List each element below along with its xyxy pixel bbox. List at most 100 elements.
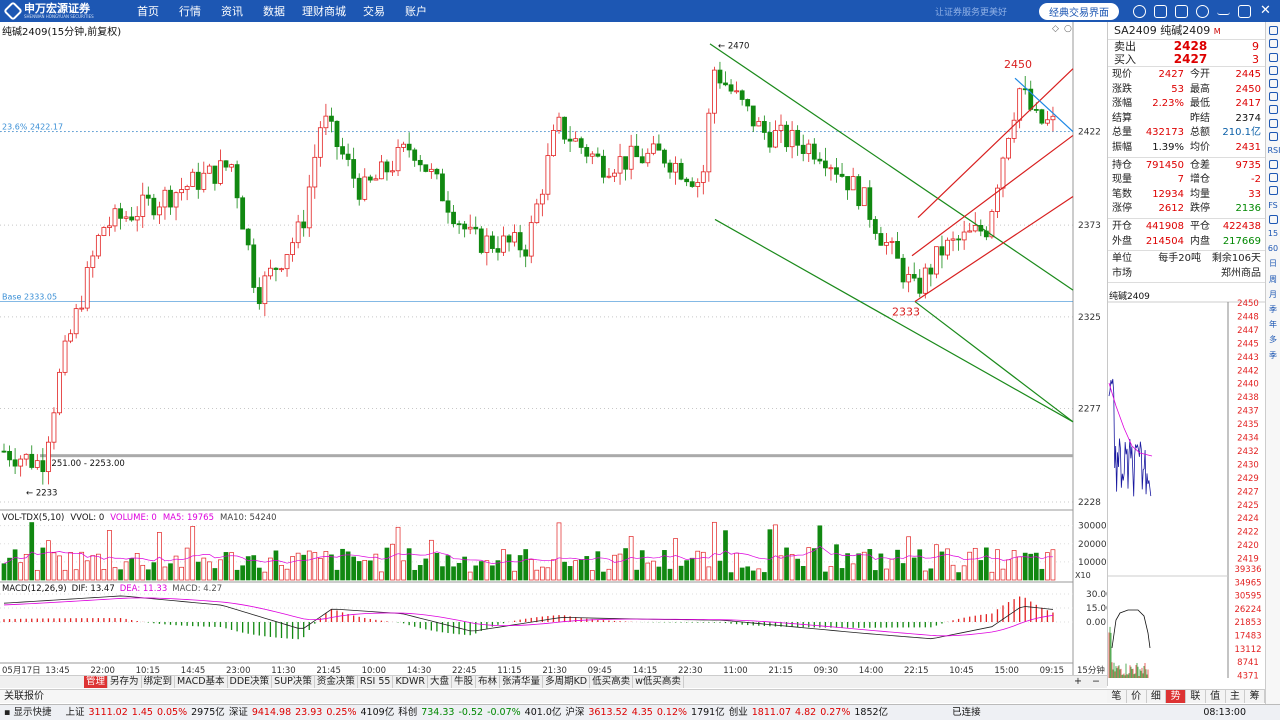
doc-icon[interactable] — [1268, 118, 1278, 128]
mail-icon[interactable] — [1175, 4, 1188, 18]
indicator-tab[interactable]: 张清华量 — [500, 676, 544, 688]
vol-bar — [945, 548, 950, 581]
quote-tab[interactable]: 势 — [1166, 690, 1186, 703]
indicator-tab[interactable]: 多周期KD — [543, 676, 591, 688]
indicator-tab[interactable]: 牛股 — [452, 676, 477, 688]
indicator-tab[interactable]: 绑定到 — [142, 676, 176, 688]
vol-bar — [306, 550, 312, 581]
main-menu: 首页 行情 资讯 数据 理财商城 交易 账户 — [127, 3, 437, 19]
chart-icon[interactable] — [1268, 92, 1278, 102]
lock-icon[interactable] — [1268, 214, 1278, 224]
week-icon[interactable]: 周 — [1268, 274, 1279, 285]
fs-icon[interactable]: FS — [1268, 200, 1279, 211]
tick-chart[interactable]: 纯碱2409 2450 2448 2447 2445 2443 2442 2440 2438 24… — [1108, 288, 1265, 686]
menu-account[interactable]: 账户 — [395, 3, 437, 19]
index-name[interactable]: 科创 — [398, 705, 417, 720]
classic-trade-button[interactable]: 经典交易界面 — [1039, 2, 1119, 20]
mini-price-tick: 2442 — [1237, 366, 1259, 376]
plus-icon[interactable]: + — [1072, 676, 1084, 688]
index-name[interactable]: 深证 — [229, 705, 248, 720]
candle-body — [601, 155, 606, 178]
quote-tab[interactable]: 价 — [1126, 690, 1147, 703]
minimize-icon[interactable] — [1217, 8, 1230, 15]
menu-wealth[interactable]: 理财商城 — [295, 3, 353, 19]
candle-body — [367, 176, 373, 181]
year-icon[interactable]: 年 — [1268, 319, 1279, 330]
settings-icon[interactable] — [1268, 39, 1278, 49]
quote-tab[interactable]: 主 — [1225, 690, 1246, 703]
quarter-icon[interactable]: 季 — [1268, 304, 1279, 315]
indicator-tab[interactable]: SUP决策 — [272, 676, 315, 688]
quote-tab[interactable]: 筹 — [1245, 690, 1265, 703]
index-name[interactable]: 创业 — [729, 705, 748, 720]
candle-body — [179, 189, 185, 194]
indicator-tab[interactable]: 管理 — [84, 676, 109, 688]
calendar-icon[interactable] — [1268, 131, 1278, 141]
candle-body — [573, 138, 579, 142]
x-icon[interactable] — [1268, 26, 1278, 36]
menu-data[interactable]: 数据 — [253, 3, 295, 19]
bars-icon[interactable] — [1268, 65, 1278, 75]
indicator-tab[interactable]: DDE决策 — [228, 676, 273, 688]
right-toolbar: RSI FS 15 60 日周月季年多季 — [1265, 22, 1280, 704]
quick-toggle[interactable]: ▪ 显示快捷 — [0, 705, 51, 720]
linked-quote-label[interactable]: 关联报价 — [4, 691, 44, 702]
indicator-tab[interactable]: RSI 55 — [358, 676, 394, 688]
multi-icon[interactable]: 多 — [1268, 334, 1279, 345]
60-icon[interactable]: 60 — [1268, 243, 1279, 254]
vol-bar — [650, 560, 656, 581]
candle-body — [323, 115, 329, 129]
time-icon[interactable]: 季 — [1268, 350, 1279, 361]
candle-body — [145, 194, 151, 199]
vol-bar — [961, 565, 967, 581]
candle-body — [922, 267, 928, 294]
stat-row: 总量 432173 总额 210.1亿 — [1108, 126, 1265, 141]
rsi-icon[interactable]: RSI — [1268, 145, 1280, 156]
indicator-tab[interactable]: w低买高卖 — [633, 676, 684, 688]
quote-tab[interactable]: 笔 — [1107, 690, 1127, 703]
candle-body — [218, 160, 223, 184]
candle-body — [345, 153, 351, 160]
kline-chart-area[interactable]: 纯碱2409(15分钟,前复权) ◇ ○ 2422 2373 2325 2277 222… — [0, 22, 1107, 686]
menu-home[interactable]: 首页 — [127, 3, 169, 19]
candle-body — [467, 226, 473, 230]
quote-tab[interactable]: 联 — [1186, 690, 1206, 703]
theme-icon[interactable] — [1133, 4, 1146, 18]
vol-bar — [273, 550, 279, 581]
vol-bar — [345, 551, 351, 581]
indicator-tab[interactable]: 布林 — [476, 676, 501, 688]
day-icon[interactable]: 日 — [1268, 258, 1279, 269]
brand-logo[interactable]: 申万宏源证券 SHENWAN HONGYUAN SECURITIES — [0, 1, 105, 21]
grid-icon[interactable] — [1268, 52, 1278, 62]
close-icon[interactable]: ✕ — [1259, 4, 1272, 18]
vol-bar — [495, 560, 501, 581]
settings-icon[interactable] — [1196, 4, 1209, 18]
indicator-tab[interactable]: 大盘 — [428, 676, 453, 688]
maximize-icon[interactable] — [1238, 4, 1251, 18]
list-icon[interactable] — [1268, 78, 1278, 88]
15-icon[interactable]: 15 — [1268, 228, 1279, 239]
plus-icon[interactable] — [1268, 160, 1278, 170]
indicator-tab[interactable]: KDWR — [393, 676, 428, 688]
quote-tag: M — [1213, 27, 1221, 36]
candle-body — [401, 143, 407, 148]
index-name[interactable]: 沪深 — [565, 705, 584, 720]
month-icon[interactable]: 月 — [1268, 289, 1279, 300]
indicator-tab[interactable]: MACD基本 — [175, 676, 228, 688]
index-name[interactable]: 上证 — [65, 705, 84, 720]
indicator-tab[interactable]: 另存为 — [108, 676, 142, 688]
menu-trade[interactable]: 交易 — [353, 3, 395, 19]
table-icon[interactable] — [1268, 105, 1278, 115]
menu-quotes[interactable]: 行情 — [169, 3, 211, 19]
move-icon[interactable] — [1268, 173, 1278, 183]
stat-value: 2.23% — [1152, 98, 1184, 110]
headset-icon[interactable] — [1154, 4, 1167, 18]
menu-news[interactable]: 资讯 — [211, 3, 253, 19]
vol-bar — [123, 561, 129, 581]
minus-icon[interactable]: − — [1090, 676, 1102, 688]
indicator-tab[interactable]: 资金决策 — [315, 676, 358, 688]
quote-tab[interactable]: 细 — [1146, 690, 1167, 703]
pen-icon[interactable] — [1268, 186, 1278, 196]
indicator-tab[interactable]: 低买高卖 — [590, 676, 634, 688]
quote-tab[interactable]: 值 — [1205, 690, 1226, 703]
